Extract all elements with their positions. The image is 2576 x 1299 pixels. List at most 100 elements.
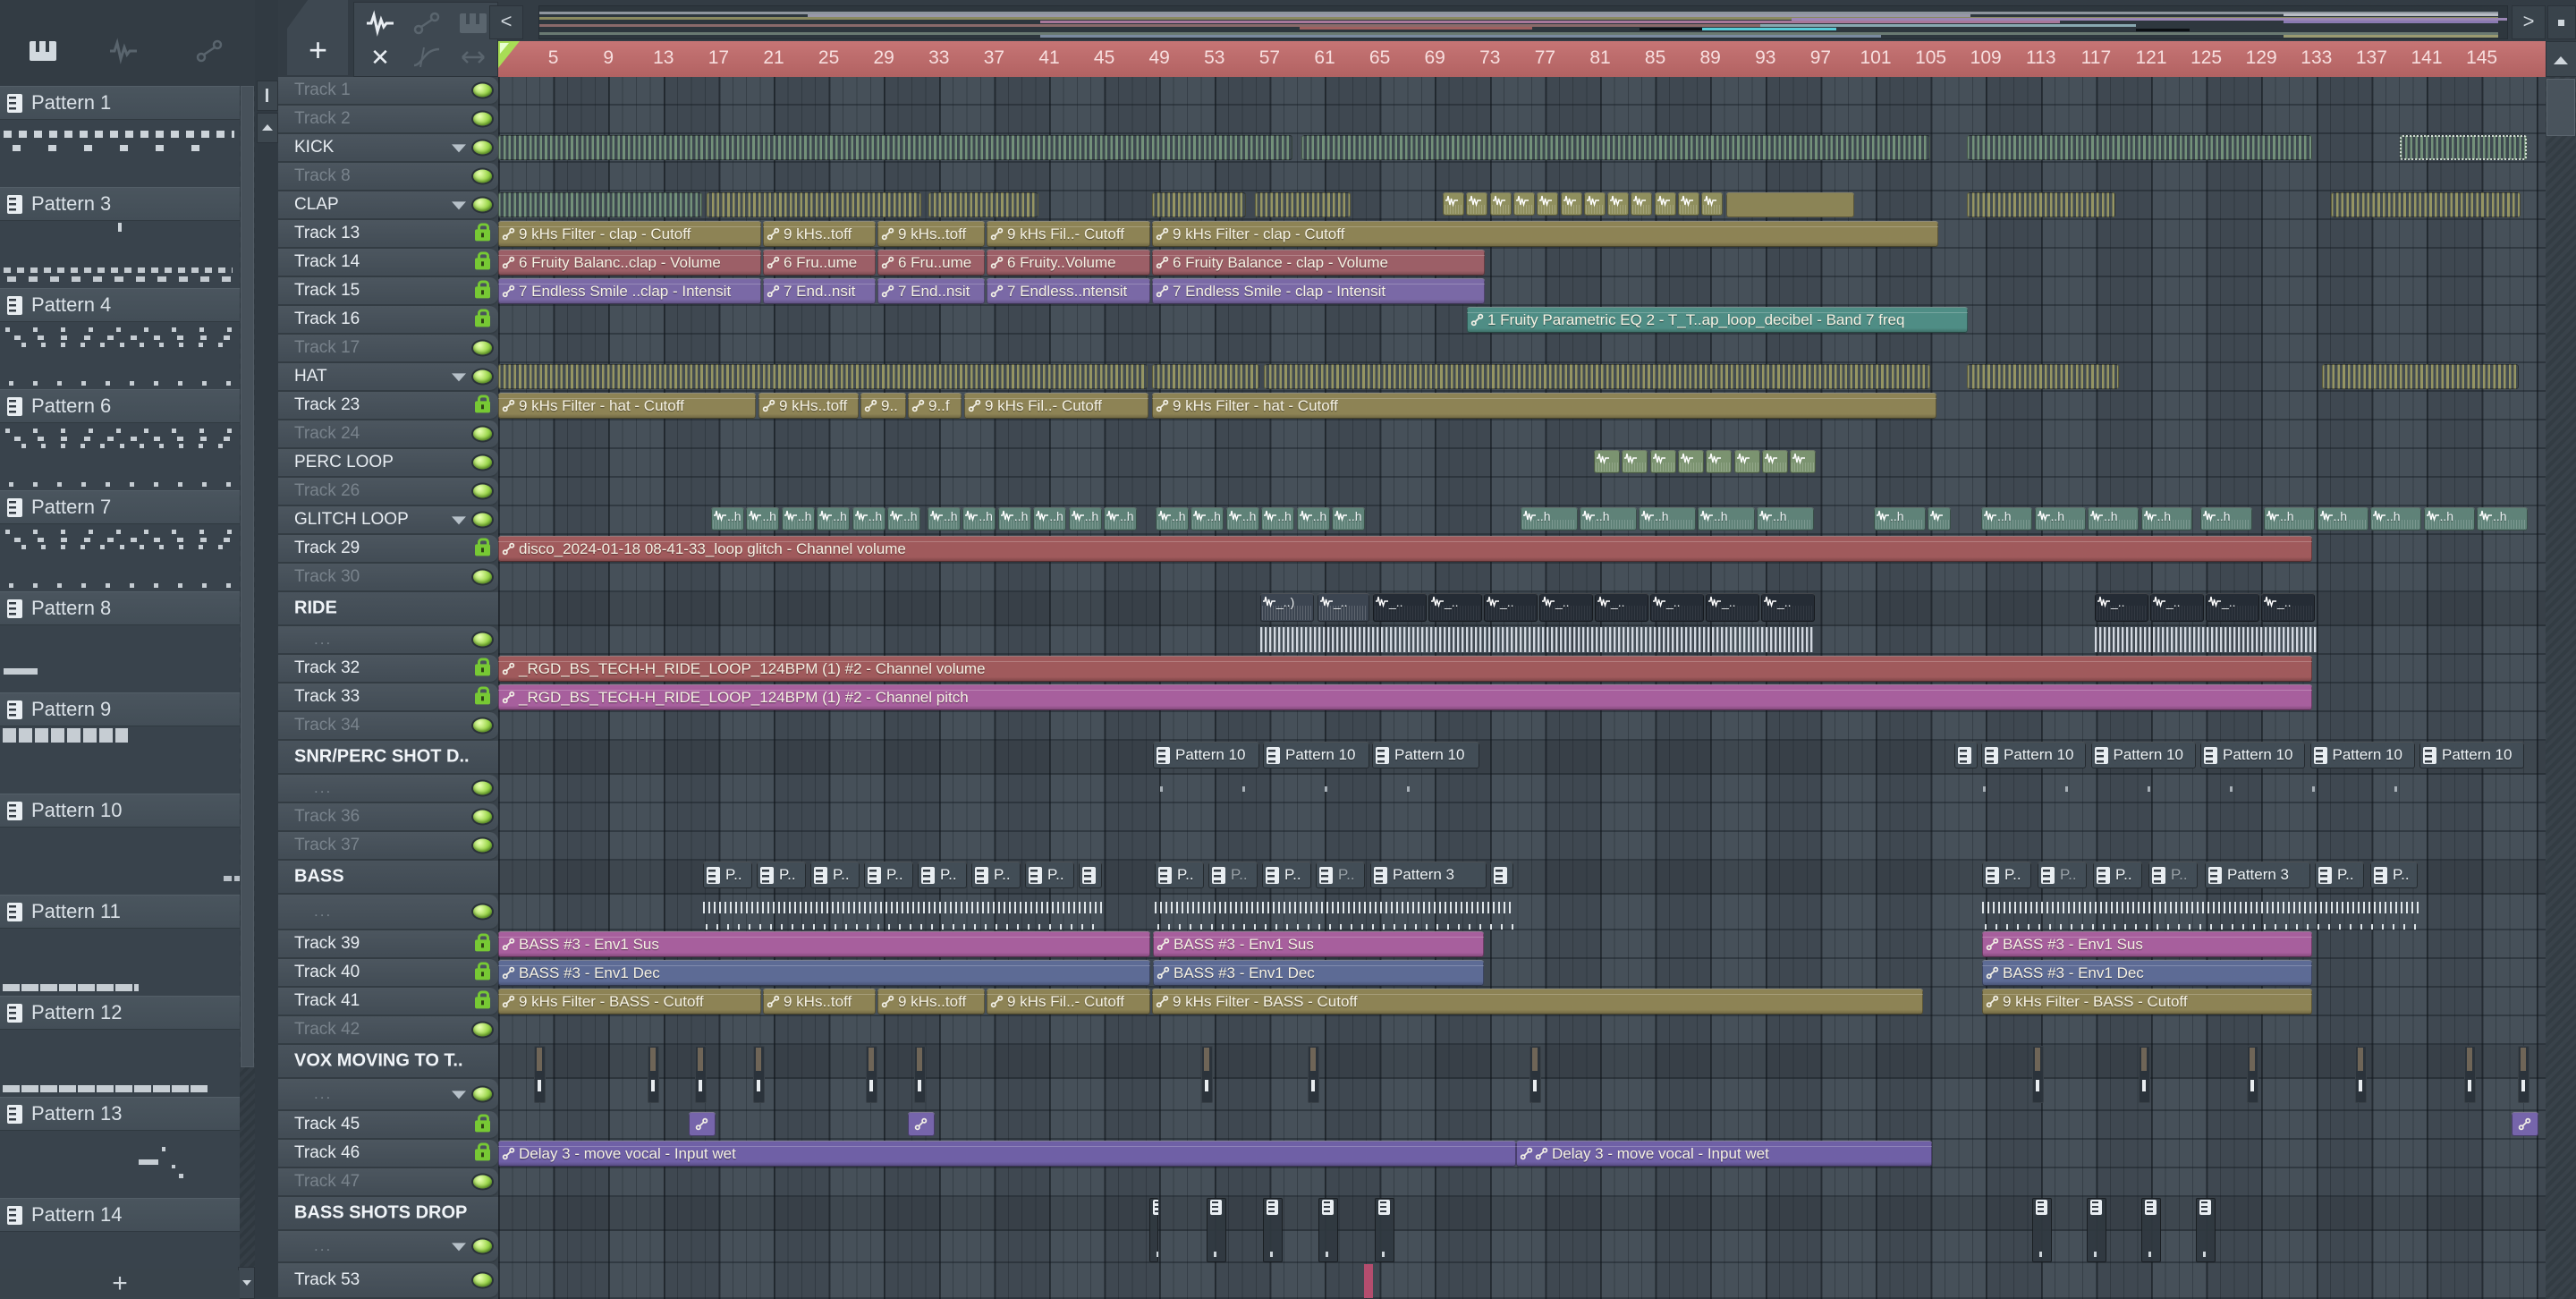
- automation-clip[interactable]: 7 Endless..ntensit: [987, 278, 1150, 304]
- pattern-clip[interactable]: Pattern 10: [2090, 742, 2196, 768]
- mute-led[interactable]: [473, 112, 492, 126]
- track-row-glitch-loop[interactable]: GLITCH LOOP: [278, 506, 498, 535]
- audio-clip[interactable]: ..h: [1639, 507, 1696, 531]
- audio-clip[interactable]: [914, 1046, 926, 1103]
- pattern-clip[interactable]: P..: [1155, 862, 1204, 888]
- audio-clip[interactable]: [1701, 192, 1724, 216]
- audio-clip[interactable]: [1726, 192, 1854, 217]
- pattern-clip[interactable]: Pattern 10: [1153, 742, 1259, 768]
- audio-clip[interactable]: _..): [1260, 593, 1314, 622]
- track-row-track-29[interactable]: Track 29: [278, 535, 498, 564]
- chevron-down-icon[interactable]: [452, 144, 466, 153]
- audio-clip[interactable]: _..: [2150, 593, 2204, 622]
- add-track-button[interactable]: +: [287, 0, 348, 75]
- audio-pattern-clip[interactable]: [1301, 135, 1930, 160]
- audio-clip[interactable]: ..h: [781, 507, 815, 531]
- scroll-up-button[interactable]: [2546, 41, 2576, 77]
- audio-clip[interactable]: [1466, 192, 1488, 216]
- audio-pattern-clip[interactable]: [2322, 364, 2519, 389]
- chevron-down-icon[interactable]: [452, 516, 466, 525]
- pattern-item[interactable]: Pattern 6: [0, 389, 240, 490]
- track-row-track-24[interactable]: Track 24: [278, 420, 498, 449]
- lock-icon[interactable]: [475, 251, 490, 270]
- audio-clip[interactable]: ..h: [2034, 507, 2086, 531]
- pattern-scrollbar-thumb[interactable]: [241, 86, 254, 1067]
- track-row-track-17[interactable]: Track 17: [278, 335, 498, 363]
- automation-clip[interactable]: 1 Fruity Parametric EQ 2 - T_T..ap_loop_…: [1467, 307, 1968, 333]
- automation-clip[interactable]: 9 kHs Fil..- Cutoff: [987, 989, 1150, 1015]
- audio-clip[interactable]: ..h: [2423, 507, 2475, 531]
- track-row--[interactable]: ...: [278, 1079, 498, 1111]
- pattern-clip[interactable]: P..: [2315, 862, 2364, 888]
- audio-pattern-clip[interactable]: [1967, 192, 2115, 217]
- slide-tool-icon[interactable]: [411, 44, 442, 71]
- mute-led[interactable]: [473, 1273, 492, 1287]
- lock-icon[interactable]: [475, 658, 490, 676]
- pattern-clip[interactable]: [1079, 862, 1102, 888]
- track-row-track-41[interactable]: Track 41: [278, 988, 498, 1016]
- mute-led[interactable]: [473, 83, 492, 98]
- track-row-track-53[interactable]: Track 53: [278, 1263, 498, 1299]
- automation-clip[interactable]: 7 End..nsit: [763, 278, 876, 304]
- audio-clip[interactable]: ..h: [1225, 507, 1259, 531]
- track-row-track-26[interactable]: Track 26: [278, 478, 498, 506]
- audio-pattern-clip[interactable]: [1264, 364, 1930, 389]
- pattern-clip[interactable]: Pattern 10: [2309, 742, 2415, 768]
- automation-clip[interactable]: 9 kHs Fil..- Cutoff: [964, 393, 1148, 419]
- pattern-item[interactable]: Pattern 9: [0, 692, 240, 794]
- audio-clip[interactable]: ..h: [1191, 507, 1224, 531]
- track-row-track-46[interactable]: Track 46: [278, 1140, 498, 1168]
- track-row--[interactable]: ...: [278, 626, 498, 655]
- track-scroll-up-button[interactable]: [257, 113, 278, 143]
- mute-led[interactable]: [473, 1175, 492, 1189]
- mute-led[interactable]: [473, 810, 492, 824]
- audio-clip[interactable]: ..h: [928, 507, 961, 531]
- audio-clip[interactable]: _..: [1761, 593, 1815, 622]
- audio-clip[interactable]: ..h: [1757, 507, 1814, 531]
- automation-clip[interactable]: 9 kHs Filter - clap - Cutoff: [1152, 221, 1938, 247]
- scrollbar-track[interactable]: [2546, 77, 2576, 1299]
- pattern-clip[interactable]: Pattern 10: [1263, 742, 1369, 768]
- mute-led[interactable]: [473, 633, 492, 647]
- audio-clip[interactable]: _..: [1706, 593, 1759, 622]
- audio-clip[interactable]: [1594, 450, 1620, 473]
- scroll-left-button[interactable]: <: [489, 5, 523, 39]
- mute-led[interactable]: [473, 1239, 492, 1253]
- audio-clip[interactable]: ..h: [2317, 507, 2368, 531]
- audio-clip[interactable]: [534, 1046, 546, 1103]
- audio-clip[interactable]: ..h: [1261, 507, 1295, 531]
- mute-led[interactable]: [473, 838, 492, 853]
- audio-clip[interactable]: _..: [1428, 593, 1482, 622]
- pattern-clip[interactable]: [1318, 1198, 1338, 1262]
- audio-clip-mode-icon[interactable]: [365, 10, 395, 37]
- track-row-track-34[interactable]: Track 34: [278, 712, 498, 741]
- mute-led[interactable]: [473, 1087, 492, 1101]
- stretch-tool-icon[interactable]: [458, 44, 488, 71]
- pattern-item[interactable]: Pattern 14: [0, 1198, 240, 1269]
- audio-clip[interactable]: [2464, 1046, 2476, 1103]
- pattern-clip[interactable]: P..: [2148, 862, 2198, 888]
- track-row-track-42[interactable]: Track 42: [278, 1016, 498, 1045]
- audio-clip[interactable]: ..h: [1104, 507, 1137, 531]
- track-row-perc-loop[interactable]: PERC LOOP: [278, 449, 498, 478]
- audio-clip[interactable]: [695, 1046, 707, 1103]
- pattern-clip-mode-icon[interactable]: [458, 10, 488, 37]
- pattern-item[interactable]: Pattern 4: [0, 288, 240, 389]
- lock-icon[interactable]: [475, 962, 490, 981]
- pattern-clip[interactable]: [1149, 1198, 1158, 1262]
- scrollbar-thumb[interactable]: [2546, 79, 2575, 136]
- audio-clip[interactable]: [1583, 192, 1606, 216]
- automation-clip[interactable]: 7 End..nsit: [877, 278, 985, 304]
- pattern-list-scrollbar[interactable]: [240, 86, 255, 1269]
- audio-clip[interactable]: [866, 1046, 877, 1103]
- track-row-track-1[interactable]: Track 1: [278, 77, 498, 106]
- audio-clip[interactable]: [2032, 1046, 2044, 1103]
- audio-clip[interactable]: [1201, 1046, 1213, 1103]
- automation-clip[interactable]: 6 Fruity Balanc..clap - Volume: [498, 250, 761, 276]
- audio-clip[interactable]: _..: [1539, 593, 1593, 622]
- mute-led[interactable]: [473, 198, 492, 212]
- automation-clip-mode-icon[interactable]: [411, 10, 442, 37]
- pattern-item[interactable]: Pattern 3: [0, 187, 240, 288]
- audio-clip[interactable]: _..: [1484, 593, 1538, 622]
- pattern-clip[interactable]: P..: [2093, 862, 2142, 888]
